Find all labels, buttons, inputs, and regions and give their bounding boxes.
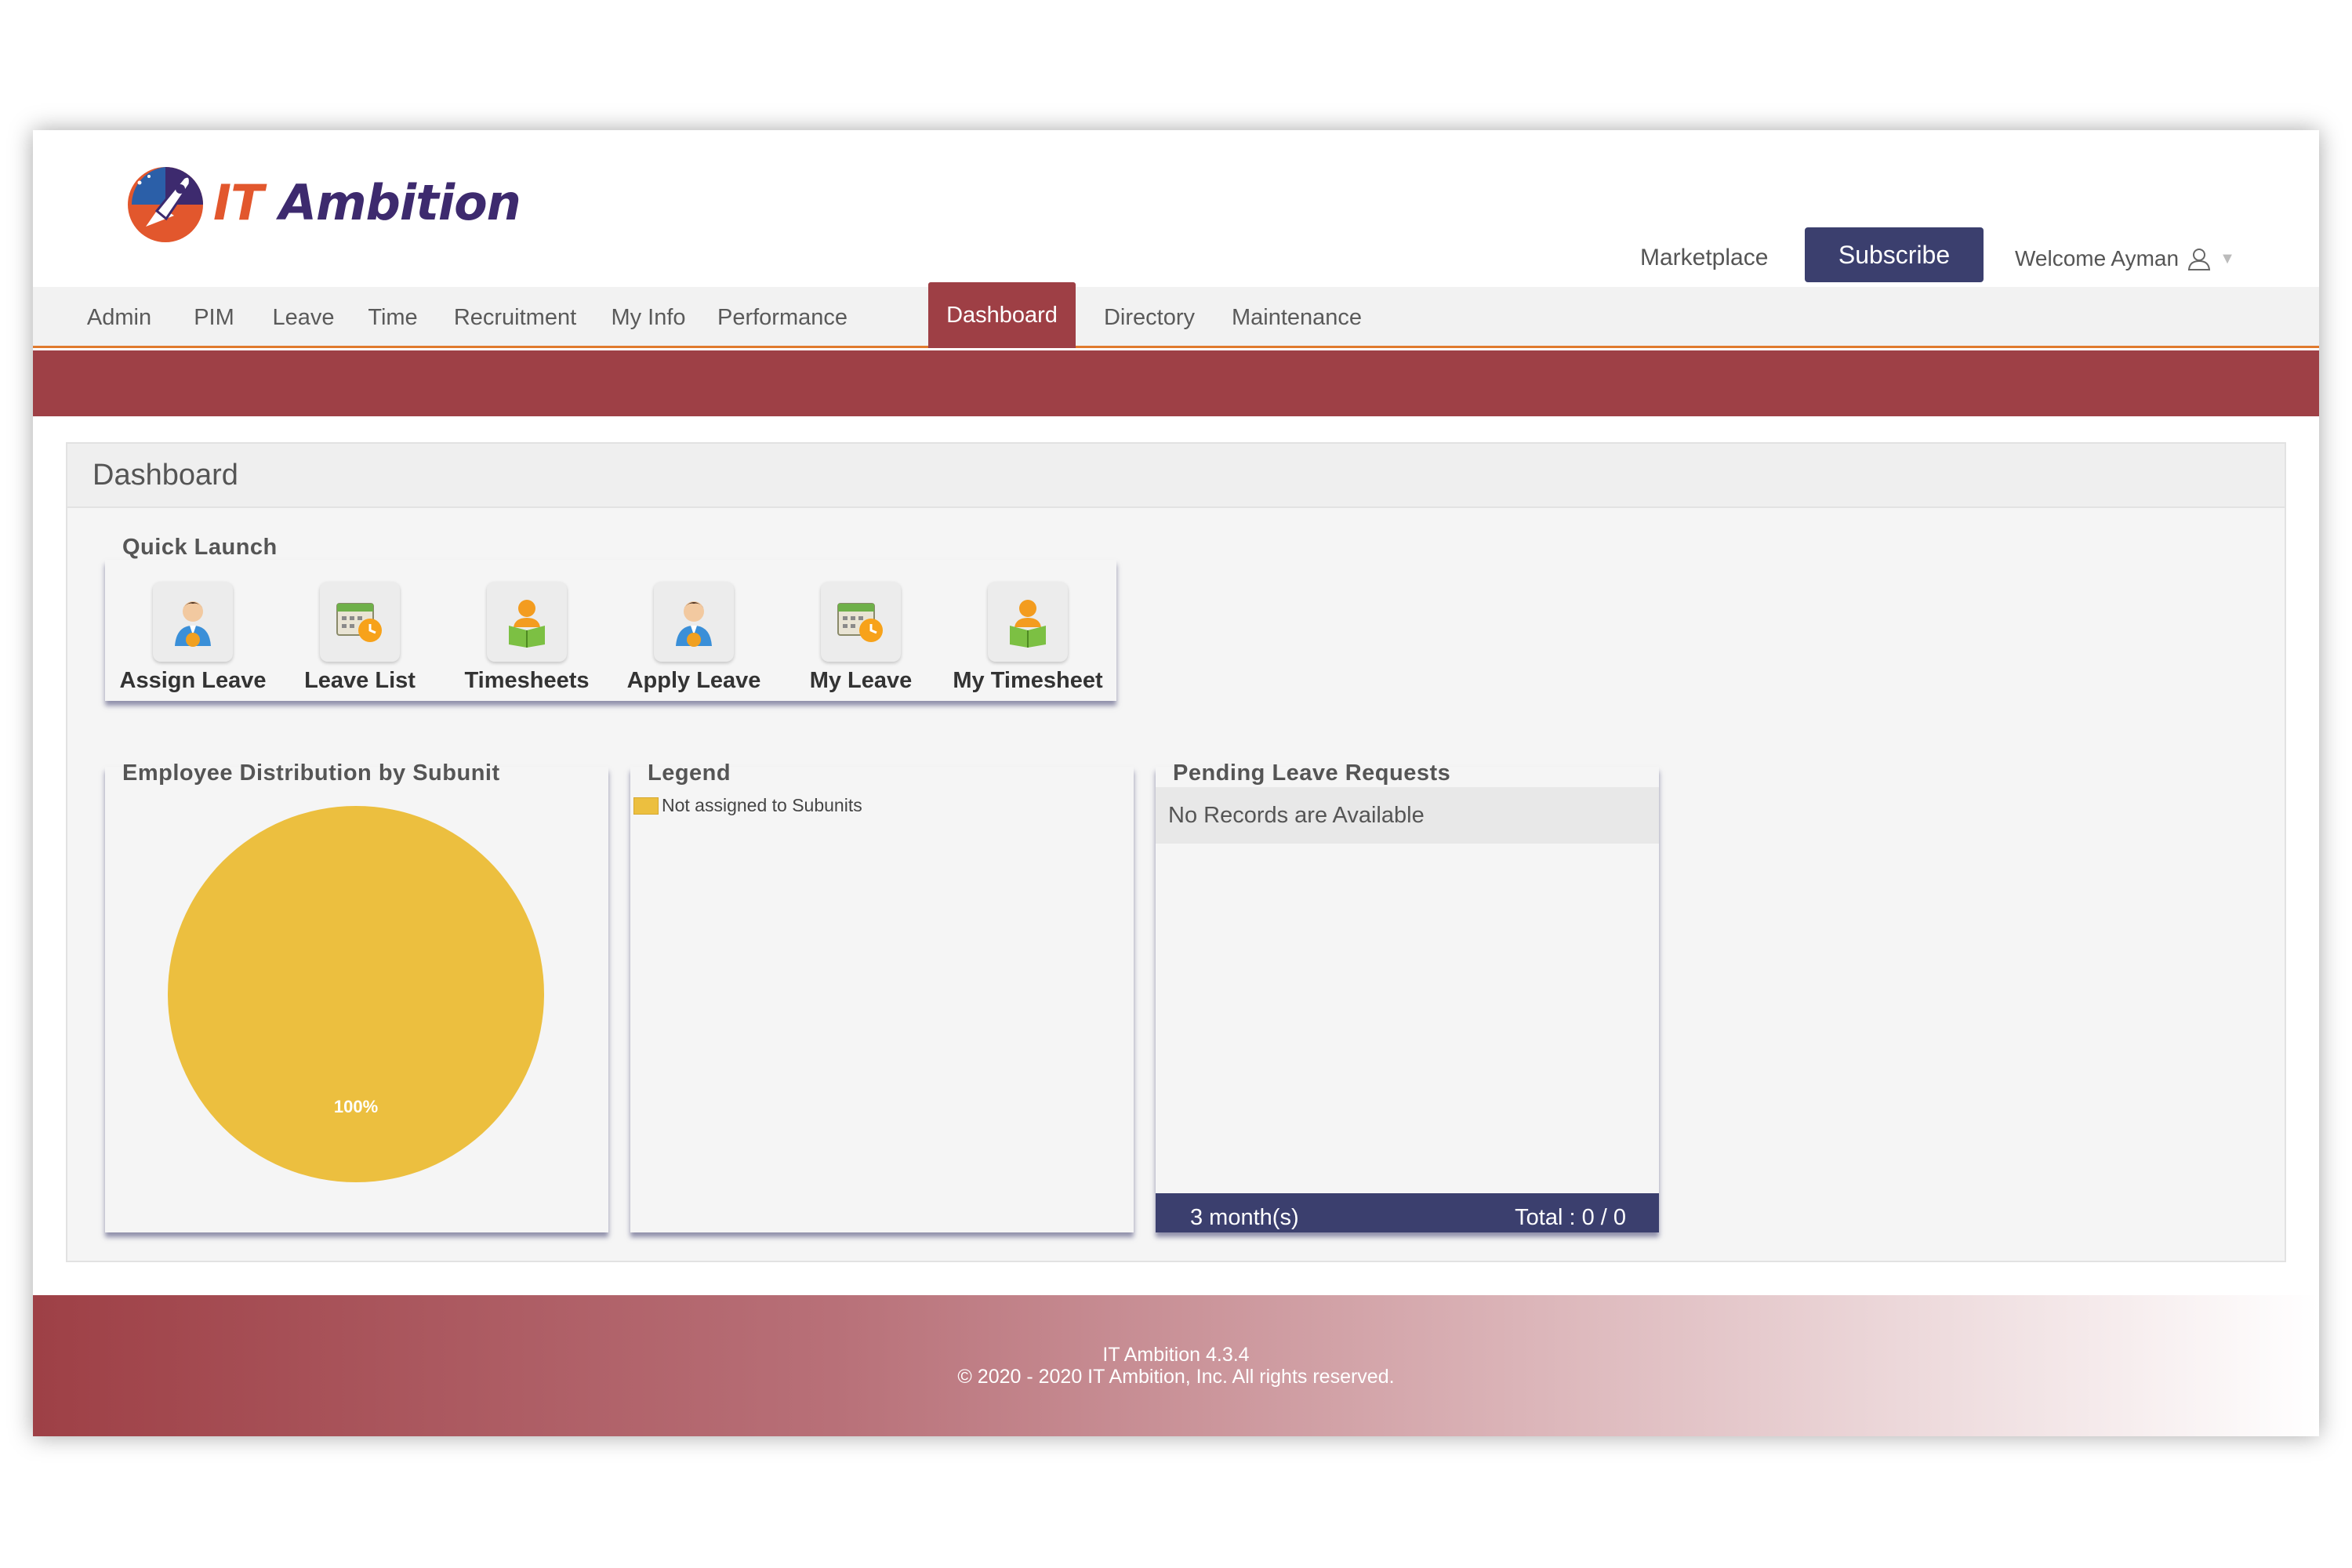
chevron-down-icon: ▼ [2220, 249, 2235, 267]
subscribe-button[interactable]: Subscribe [1805, 227, 1984, 282]
reading-person-icon [487, 582, 567, 662]
legend-title: Legend [648, 760, 731, 786]
nav-item-maintenance[interactable]: Maintenance [1220, 287, 1374, 348]
person-icon [153, 582, 233, 662]
legend-swatch [633, 797, 659, 815]
legend-label: Not assigned to Subunits [662, 795, 862, 815]
nav-item-dashboard[interactable]: Dashboard [928, 282, 1076, 348]
quick-launch-title: Quick Launch [122, 535, 278, 560]
pie-chart: 100% [168, 806, 544, 1182]
footer-version: IT Ambition 4.3.4 [1102, 1344, 1250, 1366]
footer: IT Ambition 4.3.4 © 2020 - 2020 IT Ambit… [33, 1295, 2319, 1436]
quick-launch-label: Apply Leave [626, 668, 761, 693]
main-nav: Admin PIM Leave Time Recruitment My Info… [33, 282, 2319, 348]
nav-item-admin[interactable]: Admin [72, 287, 166, 348]
welcome-menu[interactable]: Welcome Ayman ▼ [2015, 246, 2235, 271]
nav-item-time[interactable]: Time [358, 287, 428, 348]
pending-footer: 3 month(s) Total : 0 / 0 [1156, 1193, 1659, 1232]
logo-text: IT Ambition [213, 174, 521, 231]
quick-launch-label: Assign Leave [119, 668, 267, 693]
logo[interactable]: IT Ambition [122, 155, 521, 249]
person-icon [654, 582, 734, 662]
header: IT Ambition Marketplace Subscribe Welcom… [33, 130, 2319, 287]
nav-item-my-info[interactable]: My Info [602, 287, 695, 348]
footer-copyright: © 2020 - 2020 IT Ambition, Inc. All righ… [957, 1366, 1395, 1388]
rocket-logo-icon [128, 167, 203, 242]
reading-person-icon [988, 582, 1068, 662]
nav-item-performance[interactable]: Performance [707, 287, 858, 348]
welcome-text: Welcome Ayman [2015, 246, 2180, 270]
empty-state-text: No Records are Available [1156, 787, 1659, 844]
pie-data-label: 100% [334, 1097, 378, 1116]
nav-item-directory[interactable]: Directory [1091, 287, 1207, 348]
logo-text-it: IT [213, 173, 263, 231]
marketplace-link[interactable]: Marketplace [1640, 245, 1768, 271]
quick-launch-label: My Leave [809, 668, 913, 693]
total-label: Total : 0 / 0 [1515, 1205, 1626, 1230]
page-title: Dashboard [67, 444, 2285, 508]
user-icon [2187, 249, 2211, 270]
quick-launch-timesheets[interactable]: Timesheets [448, 582, 605, 694]
logo-text-rest: Ambition [278, 173, 521, 231]
quick-launch-panel: Quick Launch Assign Leave Leave List Tim… [105, 535, 1116, 701]
nav-item-leave[interactable]: Leave [262, 287, 345, 348]
dashboard-container: Dashboard Quick Launch Assign Leave Leav… [66, 442, 2286, 1262]
period-label: 3 month(s) [1190, 1205, 1299, 1230]
sub-nav-band [33, 350, 2319, 416]
pie-slice[interactable] [168, 806, 544, 1182]
quick-launch-assign-leave[interactable]: Assign Leave [114, 582, 271, 694]
app-window: IT Ambition Marketplace Subscribe Welcom… [33, 130, 2319, 1436]
legend-panel: Legend Not assigned to Subunits [630, 760, 1134, 1232]
quick-launch-label: Timesheets [464, 668, 590, 693]
calendar-clock-icon [320, 582, 400, 662]
quick-launch-label: Leave List [304, 668, 416, 693]
pending-leave-panel: Pending Leave Requests No Records are Av… [1156, 760, 1659, 1232]
quick-launch-my-leave[interactable]: My Leave [782, 582, 939, 694]
quick-launch-leave-list[interactable]: Leave List [281, 582, 438, 694]
quick-launch-apply-leave[interactable]: Apply Leave [615, 582, 772, 694]
quick-launch-label: My Timesheet [953, 668, 1103, 693]
pending-title: Pending Leave Requests [1173, 760, 1451, 786]
calendar-clock-icon [821, 582, 901, 662]
nav-item-recruitment[interactable]: Recruitment [441, 287, 590, 348]
nav-item-pim[interactable]: PIM [179, 287, 249, 348]
legend-item: Not assigned to Subunits [633, 795, 862, 816]
employee-distribution-panel: Employee Distribution by Subunit 100% [105, 760, 608, 1232]
quick-launch-my-timesheet[interactable]: My Timesheet [949, 582, 1106, 694]
